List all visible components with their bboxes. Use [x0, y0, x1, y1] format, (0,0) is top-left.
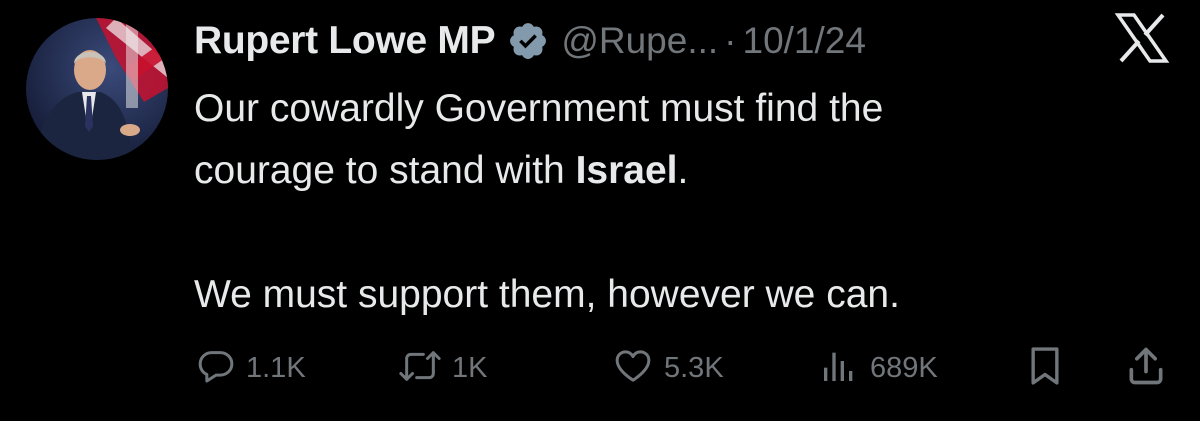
tweet-text-bold-segment: Israel — [575, 149, 678, 192]
x-logo-icon — [1114, 12, 1170, 64]
reply-icon — [196, 346, 236, 391]
heart-icon — [612, 346, 654, 391]
views-icon — [818, 346, 860, 391]
views-button[interactable]: 689K — [818, 340, 938, 396]
tweet-text-line: We must support them, however we can. — [194, 273, 900, 316]
repost-button[interactable]: 1K — [398, 340, 487, 396]
tweet-text-segment: . — [677, 149, 689, 192]
author-display-name[interactable]: Rupert Lowe MP — [194, 19, 496, 63]
reply-count: 1.1K — [246, 351, 306, 384]
tweet-action-bar: 1.1K 1K 5.3K 689K — [0, 340, 1200, 396]
reply-button[interactable]: 1.1K — [196, 340, 306, 396]
bookmark-button[interactable] — [1024, 340, 1066, 396]
share-icon — [1124, 344, 1168, 393]
tweet-text-line: courage to stand with Israel. — [194, 140, 1114, 202]
repost-count: 1K — [452, 351, 488, 384]
tweet-card: Rupert Lowe MP @Rupe... · 10/1/24 Our co… — [0, 0, 1200, 421]
like-count: 5.3K — [664, 351, 724, 384]
tweet-text-line: Our cowardly Government must find the — [194, 87, 884, 130]
author-avatar[interactable] — [26, 18, 168, 160]
views-count: 689K — [870, 351, 938, 384]
share-button[interactable] — [1124, 340, 1168, 396]
tweet-text-segment: courage to stand with — [194, 149, 576, 192]
header-separator: · — [724, 20, 737, 61]
repost-icon — [398, 346, 442, 391]
tweet-header: Rupert Lowe MP @Rupe... · 10/1/24 — [194, 14, 866, 68]
tweet-text: Our cowardly Government must find the co… — [194, 78, 1114, 326]
like-button[interactable]: 5.3K — [612, 340, 724, 396]
tweet-timestamp[interactable]: 10/1/24 — [743, 20, 866, 62]
verified-badge-icon — [507, 20, 549, 62]
bookmark-icon — [1024, 344, 1066, 393]
author-handle[interactable]: @Rupe... — [561, 20, 718, 62]
